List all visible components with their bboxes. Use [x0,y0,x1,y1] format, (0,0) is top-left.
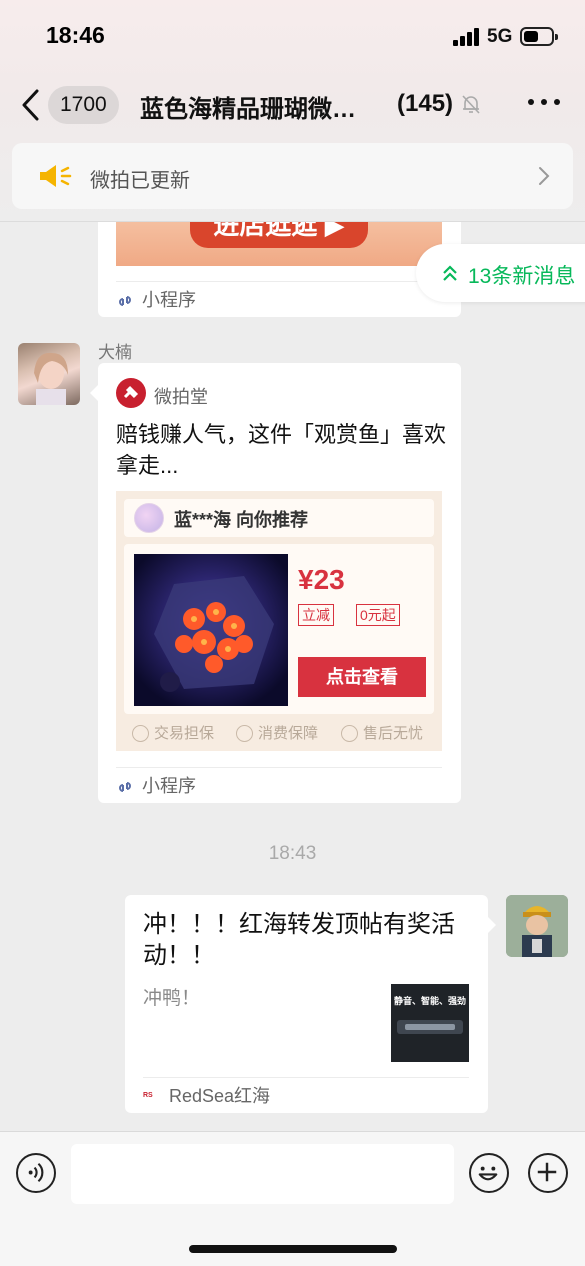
product-preview: 蓝***海 向你推荐 ¥23 立减 0元起 点击查看 交易担保 消费保障 售后无… [116,491,442,751]
notice-text: 微拍已更新 [90,170,190,192]
weipaitang-logo-icon [116,378,146,408]
home-indicator [189,1245,397,1253]
chat-title[interactable]: 蓝色海精品珊瑚微… [140,89,385,124]
emoji-button[interactable] [469,1153,509,1193]
chevron-right-icon [539,167,550,185]
status-bar: 18:46 5G [0,0,585,72]
product-box: ¥23 立减 0元起 点击查看 [124,544,434,714]
recommend-bar: 蓝***海 向你推荐 [124,499,434,537]
mini-program-icon [119,782,131,792]
mini-program-footer: 小程序 [116,767,442,803]
card-title: 赔钱赚人气，这件「观赏鱼」喜欢拿走... [116,422,447,478]
coral-product-image [134,554,288,706]
discount-tag: 立减 [298,604,334,626]
voice-button[interactable] [16,1153,56,1193]
battery-level [524,31,538,42]
notice-banner[interactable]: 微拍已更新 [12,143,573,209]
source-name: 微拍堂 [154,387,208,407]
megaphone-icon [40,165,72,187]
mini-program-card[interactable]: 微拍堂 赔钱赚人气，这件「观赏鱼」喜欢拿走... 蓝***海 向你推荐 ¥23 … [90,363,461,803]
sender-name: 大楠 [98,343,132,362]
unread-count-badge[interactable]: 1700 [48,86,119,124]
battery-icon [520,27,558,46]
article-card[interactable]: 冲！！！红海转发顶帖有奖活动！！ 冲鸭！ 静音、智能、强劲 RS RedSea红… [125,895,496,1113]
avatar [134,503,164,533]
article-description: 冲鸭！ [143,988,201,1009]
voice-icon [28,1162,44,1183]
new-messages-button[interactable]: 13条新消息 [416,244,585,302]
emoji-icon [478,1166,498,1181]
price: ¥23 [298,564,345,595]
message-input[interactable] [71,1144,454,1204]
new-messages-label: 13条新消息 [468,265,576,288]
network-label: 5G [487,26,513,47]
more-button[interactable] [528,96,560,108]
double-chevron-up-icon [443,265,457,281]
mini-program-icon [119,296,131,306]
start-price-tag: 0元起 [356,604,400,626]
time-divider: 18:43 [268,843,317,864]
back-button[interactable] [20,88,50,122]
signal-icon [453,28,481,46]
guarantees: 交易担保 消费保障 售后无忧 [124,723,434,745]
avatar[interactable] [506,895,568,957]
shield-icon [236,725,253,742]
article-thumbnail: 静音、智能、强劲 [391,984,469,1062]
mini-program-label: 小程序 [142,776,196,796]
guarantee-item: 交易担保 [132,723,214,745]
top-area: 18:46 5G 1700 蓝色海精品珊瑚微… (145) 微拍已更新 [0,0,585,222]
guarantee-item: 售后无忧 [341,723,423,745]
thumbs-up-icon [341,725,358,742]
mini-program-footer: 小程序 [116,281,442,317]
guarantee-item: 消费保障 [236,723,318,745]
redsea-logo-icon: RS [143,1092,153,1099]
input-bar [0,1131,585,1266]
chevron-left-icon [22,89,39,121]
ellipsis-icon [528,99,534,105]
article-title: 冲！！！红海转发顶帖有奖活动！！ [143,911,455,969]
shield-icon [132,725,149,742]
chat-header: 1700 蓝色海精品珊瑚微… (145) [0,80,585,130]
plus-icon [537,1162,557,1182]
bell-slash-icon [462,95,480,114]
plus-button[interactable] [528,1153,568,1193]
avatar[interactable] [18,343,80,405]
recommend-text: 蓝***海 向你推荐 [174,510,309,530]
mini-program-label: 小程序 [142,290,196,310]
article-footer: RS RedSea红海 [143,1077,469,1113]
member-count: (145) [397,90,454,117]
mini-program-card[interactable]: 进店逛逛 ▶ 小程序 [98,208,461,317]
status-time: 18:46 [46,22,105,48]
article-source: RedSea红海 [169,1086,271,1106]
view-button[interactable]: 点击查看 [298,657,426,697]
thumbnail-text: 静音、智能、强劲 [393,996,466,1006]
